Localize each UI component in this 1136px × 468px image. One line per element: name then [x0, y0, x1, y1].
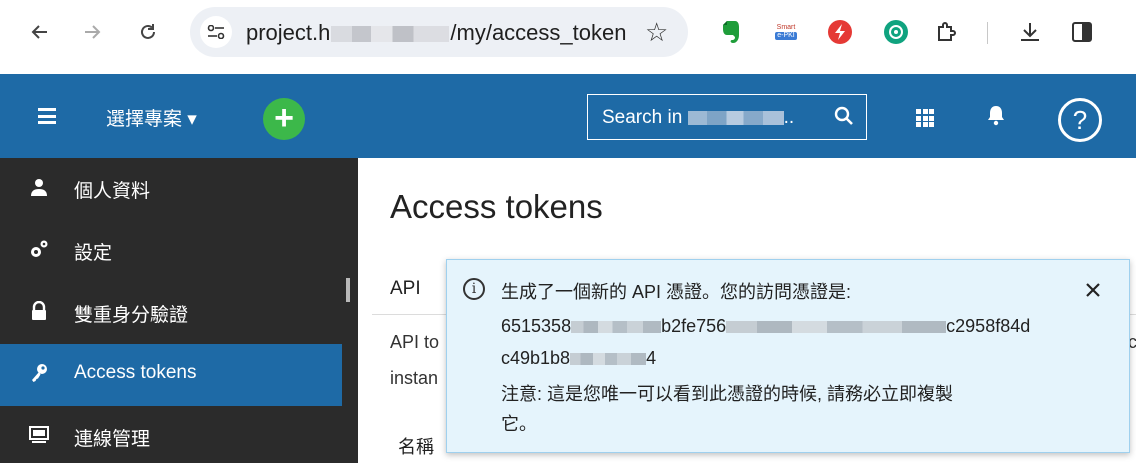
redacted-token	[726, 321, 947, 334]
app-header: 選擇專案 ▾ + Search in .. ?	[0, 74, 1136, 158]
download-icon[interactable]	[1016, 18, 1044, 46]
help-icon[interactable]: ?	[1058, 98, 1102, 142]
site-info-icon[interactable]	[200, 16, 232, 48]
search-icon[interactable]	[834, 106, 854, 131]
sidebar-item-label: 連線管理	[74, 429, 151, 450]
sidebar-scrollbar[interactable]	[346, 278, 350, 302]
token-part: 4	[646, 348, 657, 368]
token-notice: i 生成了一個新的 API 憑證。您的訪問憑證是: 6515358 b2fe756…	[446, 259, 1130, 453]
redacted-token	[571, 321, 662, 334]
tab-api[interactable]: API	[390, 278, 421, 300]
warning-line-2: 它。	[501, 414, 537, 434]
sidebar-item-label: 雙重身分驗證	[74, 305, 189, 326]
page-title: Access tokens	[390, 188, 603, 225]
bell-icon[interactable]	[986, 104, 1006, 131]
token-part: c2958f84d	[946, 316, 1031, 336]
sidebar-item-two-factor[interactable]: 雙重身分驗證	[0, 282, 342, 344]
ext-smart-label: Smart	[776, 24, 796, 31]
sidebar-item-label: Access tokens	[74, 362, 197, 383]
evernote-extension-icon[interactable]	[716, 18, 744, 46]
reload-icon[interactable]	[130, 14, 166, 50]
toolbar-separator	[987, 22, 988, 44]
sidebar-item-profile[interactable]: 個人資料	[0, 158, 342, 220]
token-part: 6515358	[501, 316, 572, 336]
smart-epki-extension-icon[interactable]: Smart e-PKI	[772, 18, 800, 46]
token-part: b2fe756	[661, 316, 727, 336]
url-path: /my/access_token	[450, 20, 627, 45]
key-icon	[28, 362, 50, 384]
info-icon: i	[463, 278, 485, 300]
add-button[interactable]: +	[263, 98, 305, 140]
redacted-site-name	[687, 110, 784, 125]
ext-epki-label: e-PKI	[775, 32, 797, 40]
sidebar-item-access-tokens[interactable]: Access tokens	[0, 344, 342, 406]
token-part: c49b1b8	[501, 348, 571, 368]
sidebar-item-label: 設定	[74, 243, 113, 264]
side-panel-icon[interactable]	[1068, 18, 1096, 46]
sidebar: 個人資料 設定 雙重身分驗證 Access tokens 連線管理	[0, 158, 358, 463]
token-line-2[interactable]: c49b1b8 4	[501, 348, 656, 369]
sidebar-item-settings[interactable]: 設定	[0, 220, 342, 282]
address-bar[interactable]: project.h/my/access_token ☆	[190, 7, 688, 57]
flash-extension-icon[interactable]	[826, 18, 854, 46]
menu-icon[interactable]	[38, 108, 56, 124]
forward-arrow-icon[interactable]	[74, 14, 110, 50]
close-icon[interactable]	[1081, 278, 1105, 302]
extensions-puzzle-icon[interactable]	[933, 18, 961, 46]
sidebar-item-connections[interactable]: 連線管理	[0, 406, 342, 468]
lock-icon	[28, 300, 50, 322]
redacted-host	[331, 26, 450, 43]
user-icon	[28, 176, 50, 198]
back-arrow-icon[interactable]	[22, 14, 58, 50]
warning-line-1: 注意: 這是您唯一可以看到此憑證的時候, 請務必立即複製	[501, 384, 954, 404]
notice-message: 生成了一個新的 API 憑證。您的訪問憑證是:	[501, 282, 852, 302]
api-description-line1: API to	[390, 332, 440, 352]
chatgpt-extension-icon[interactable]	[882, 18, 910, 46]
url-host-prefix: project.h	[246, 20, 331, 45]
project-select[interactable]: 選擇專案 ▾	[106, 104, 197, 131]
search-prefix: Search in	[602, 107, 683, 128]
url-text[interactable]: project.h/my/access_token	[246, 20, 626, 46]
caret-down-icon: ▾	[187, 109, 197, 130]
project-select-label: 選擇專案	[106, 109, 183, 130]
sidebar-item-label: 個人資料	[74, 181, 151, 202]
token-line-1[interactable]: 6515358 b2fe756 c2958f84d	[501, 316, 1030, 337]
monitor-icon	[28, 424, 50, 446]
gears-icon	[28, 238, 50, 260]
search-suffix: ..	[783, 107, 795, 128]
browser-toolbar: project.h/my/access_token ☆ Smart e-PKI	[0, 0, 1136, 66]
column-header-name: 名稱	[398, 437, 434, 457]
bookmark-star-icon[interactable]: ☆	[645, 17, 668, 48]
search-input[interactable]: Search in ..	[587, 94, 867, 140]
apps-grid-icon[interactable]	[916, 109, 934, 127]
api-description-line2: instan	[390, 368, 439, 388]
redacted-token	[570, 353, 647, 366]
